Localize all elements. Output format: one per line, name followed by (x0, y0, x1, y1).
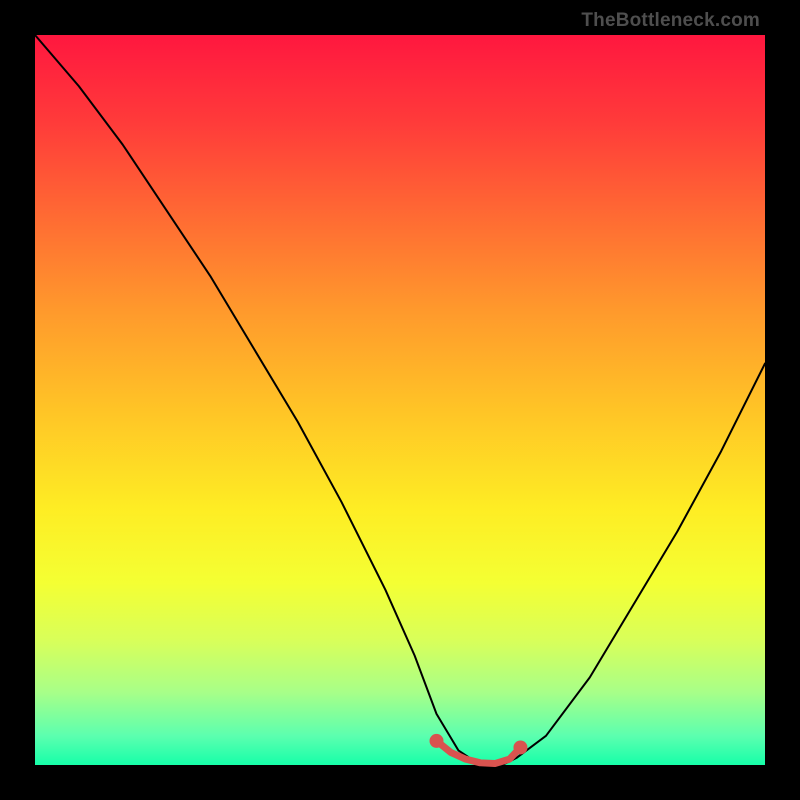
marker-left-endpoint (430, 734, 444, 748)
series-bottleneck-curve (35, 35, 765, 765)
chart-svg (35, 35, 765, 765)
series-optimal-range (437, 741, 521, 764)
plot-area (35, 35, 765, 765)
series-container (35, 35, 765, 765)
marker-right-endpoint (513, 740, 527, 754)
watermark-text: TheBottleneck.com (581, 10, 760, 32)
chart-frame: TheBottleneck.com (0, 0, 800, 800)
